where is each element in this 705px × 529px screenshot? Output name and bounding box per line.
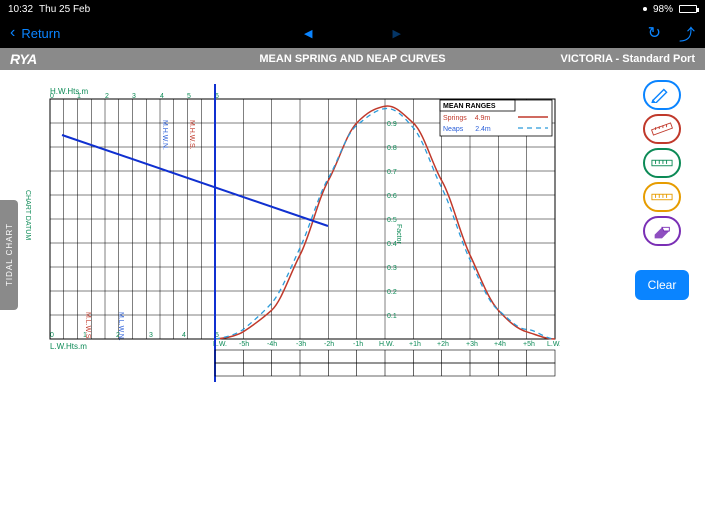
svg-text:0.2: 0.2	[387, 289, 397, 296]
svg-text:-1h: -1h	[353, 341, 363, 348]
svg-text:M.L.W.N.: M.L.W.N.	[117, 312, 124, 341]
svg-text:3: 3	[149, 332, 153, 339]
ruler3-icon	[651, 189, 673, 205]
pencil-icon	[651, 87, 673, 103]
svg-text:0: 0	[50, 332, 54, 339]
svg-text:+5h: +5h	[523, 341, 535, 348]
svg-text:M.L.W.S.: M.L.W.S.	[84, 312, 91, 340]
port-label: VICTORIA - Standard Port	[561, 53, 695, 65]
hour-ticks: L.W. -5h -4h -3h -2h -1h H.W. +1h +2h +3h +4h +5h…	[213, 341, 560, 348]
back-label: Return	[21, 26, 60, 41]
side-tab[interactable]: TIDAL CHART	[0, 200, 18, 310]
chart-datum-label: CHART DATUM	[24, 190, 34, 280]
svg-text:M.H.W.N.: M.H.W.N.	[161, 120, 168, 150]
factor-ticks: 0.10.20.3 0.40.50.6 0.70.80.9	[387, 121, 397, 320]
svg-text:H.W.: H.W.	[379, 341, 394, 348]
status-date: Thu 25 Feb	[39, 4, 90, 15]
tidal-chart[interactable]: H.W.Hts.m 012 345 6 L.W.Hts.m 012 345 M.…	[40, 84, 560, 384]
svg-text:0.3: 0.3	[387, 265, 397, 272]
svg-text:0.9: 0.9	[387, 121, 397, 128]
ruler2-icon	[651, 155, 673, 171]
header-bar: RYA MEAN SPRING AND NEAP CURVES VICTORIA…	[0, 48, 705, 70]
tool-column: Clear	[639, 80, 685, 300]
page-title: MEAN SPRING AND NEAP CURVES	[259, 53, 445, 65]
legend: MEAN RANGES Springs 4.9m Neaps 2.4m	[440, 100, 552, 136]
side-tab-label: TIDAL CHART	[5, 223, 14, 286]
prev-button[interactable]: ◀	[304, 27, 312, 40]
svg-text:0.5: 0.5	[387, 217, 397, 224]
clear-button[interactable]: Clear	[635, 270, 689, 300]
pencil-tool[interactable]	[643, 80, 681, 110]
ruler-icon	[651, 121, 673, 137]
svg-text:L.W.: L.W.	[547, 341, 560, 348]
reload-button[interactable]: ↻	[648, 23, 661, 43]
svg-text:M.H.W.S.: M.H.W.S.	[188, 120, 195, 150]
lw-axis-label: L.W.Hts.m	[50, 342, 87, 351]
svg-text:-4h: -4h	[267, 341, 277, 348]
logo: RYA	[10, 51, 37, 67]
status-battery: 98%	[653, 4, 673, 15]
eraser-tool[interactable]	[643, 216, 681, 246]
status-time: 10:32	[8, 4, 33, 15]
chevron-left-icon: ‹	[10, 24, 15, 42]
green-ruler-tool[interactable]	[643, 148, 681, 178]
svg-text:0.1: 0.1	[387, 313, 397, 320]
share-button[interactable]: ⤴	[679, 21, 695, 45]
svg-text:4: 4	[182, 332, 186, 339]
svg-text:-5h: -5h	[239, 341, 249, 348]
time-entry-boxes[interactable]	[215, 350, 555, 376]
red-ruler-tool[interactable]	[643, 114, 681, 144]
next-button[interactable]: ▶	[393, 27, 401, 40]
signal-icon	[643, 7, 647, 11]
eraser-icon	[651, 223, 673, 239]
factor-label: Factor	[395, 224, 402, 245]
battery-icon	[679, 5, 697, 13]
svg-text:+4h: +4h	[494, 341, 506, 348]
status-bar: 10:32 Thu 25 Feb 98%	[0, 0, 705, 18]
svg-text:0.7: 0.7	[387, 169, 397, 176]
svg-text:-3h: -3h	[296, 341, 306, 348]
level-markers: M.H.W.S. M.H.W.N. M.L.W.N. M.L.W.S.	[84, 120, 195, 341]
svg-text:Springs 4.9m: Springs 4.9m	[443, 115, 490, 122]
svg-text:+2h: +2h	[437, 341, 449, 348]
svg-text:+3h: +3h	[466, 341, 478, 348]
nav-bar: ‹ Return ◀ ▶ ↻ ⤴	[0, 18, 705, 48]
svg-text:-2h: -2h	[324, 341, 334, 348]
svg-text:MEAN RANGES: MEAN RANGES	[443, 103, 496, 110]
svg-text:0.6: 0.6	[387, 193, 397, 200]
hw-axis-label: H.W.Hts.m	[50, 87, 89, 96]
back-button[interactable]: ‹ Return	[10, 24, 60, 42]
svg-text:+1h: +1h	[409, 341, 421, 348]
amber-ruler-tool[interactable]	[643, 182, 681, 212]
lw-ticks: 012 345	[50, 332, 219, 339]
svg-text:0.8: 0.8	[387, 145, 397, 152]
